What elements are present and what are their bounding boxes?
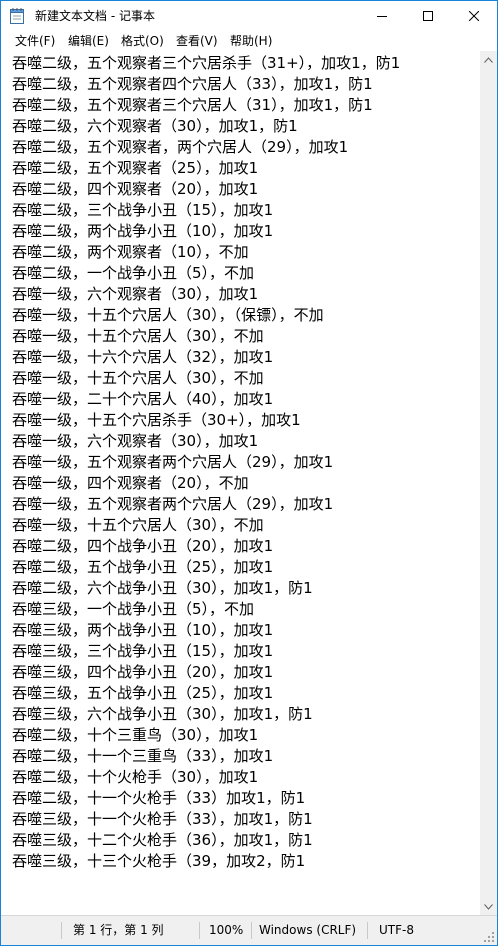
- text-line: 吞噬三级，三个战争小丑（15），加攻1: [12, 642, 274, 660]
- menu-help[interactable]: 帮助(H): [230, 31, 272, 51]
- text-line: 吞噬一级，十五个穴居人（30），（保镖），不加: [12, 306, 324, 324]
- resize-grip-icon[interactable]: [483, 931, 495, 943]
- text-line: 吞噬二级，五个观察者，两个穴居人（29），加攻1: [12, 138, 349, 156]
- chevron-down-icon: [484, 903, 493, 910]
- text-line: 吞噬三级，四个战争小丑（20），加攻1: [12, 663, 274, 681]
- text-line: 吞噬二级，十个三重鸟（30），加攻1: [12, 726, 259, 744]
- line-ending: Windows (CRLF): [259, 923, 357, 937]
- text-line: 吞噬二级，六个战争小丑（30），加攻1，防1: [12, 579, 313, 597]
- text-line: 吞噬三级，十一个火枪手（33），加攻1，防1: [12, 810, 313, 828]
- chevron-up-icon: [484, 56, 493, 63]
- notepad-icon: [10, 8, 24, 24]
- text-line: 吞噬二级，五个观察者四个穴居人（33），加攻1，防1: [12, 75, 373, 93]
- text-line: 吞噬一级，十五个穴居人（30），不加: [12, 327, 264, 345]
- status-divider: [251, 922, 252, 939]
- vertical-scrollbar[interactable]: [480, 51, 497, 915]
- text-line: 吞噬一级，五个观察者两个穴居人（29），加攻1: [12, 495, 334, 513]
- text-line: 吞噬一级，十六个穴居人（32），加攻1: [12, 348, 274, 366]
- text-line: 吞噬一级，六个观察者（30），加攻1: [12, 285, 259, 303]
- status-bar: 第 1 行，第 1 列 100% Windows (CRLF) UTF-8: [1, 915, 497, 945]
- minimize-icon: [377, 16, 387, 17]
- close-button[interactable]: [451, 1, 497, 31]
- text-line: 吞噬二级，十一个火枪手（33）加攻1，防1: [12, 789, 306, 807]
- text-line: 吞噬二级，一个战争小丑（5），不加: [12, 264, 255, 282]
- text-line: 吞噬二级，四个观察者（20），加攻1: [12, 180, 259, 198]
- text-line: 吞噬一级，十五个穴居人（30），不加: [12, 516, 264, 534]
- window-title: 新建文本文档 - 记事本: [35, 9, 155, 23]
- text-line: 吞噬二级，两个观察者（10），不加: [12, 243, 249, 261]
- text-editor[interactable]: 吞噬二级，五个观察者三个穴居杀手（31+），加攻1，防1 吞噬二级，五个观察者四…: [1, 51, 480, 915]
- maximize-icon: [423, 11, 433, 21]
- text-line: 吞噬二级，六个观察者（30），加攻1，防1: [12, 117, 298, 135]
- menu-file[interactable]: 文件(F): [15, 31, 55, 51]
- close-icon: [469, 11, 479, 21]
- encoding: UTF-8: [379, 923, 414, 937]
- cursor-position: 第 1 行，第 1 列: [73, 923, 164, 937]
- text-line: 吞噬一级，十五个穴居人（30），不加: [12, 369, 264, 387]
- menu-bar: 文件(F) 编辑(E) 格式(O) 查看(V) 帮助(H): [1, 31, 497, 51]
- text-line: 吞噬二级，五个观察者三个穴居人（31），加攻1，防1: [12, 96, 373, 114]
- text-line: 吞噬三级，一个战争小丑（5），不加: [12, 600, 255, 618]
- text-line: 吞噬二级，五个观察者三个穴居杀手（31+），加攻1，防1: [12, 54, 401, 72]
- status-divider: [367, 922, 368, 939]
- maximize-button[interactable]: [405, 1, 451, 31]
- scroll-down-button[interactable]: [480, 898, 497, 915]
- minimize-button[interactable]: [359, 1, 405, 31]
- notepad-window: 新建文本文档 - 记事本 文件(F) 编辑(E) 格式(O) 查看(V) 帮助(…: [0, 0, 498, 946]
- menu-format[interactable]: 格式(O): [121, 31, 164, 51]
- text-line: 吞噬二级，两个战争小丑（10），加攻1: [12, 222, 274, 240]
- title-bar[interactable]: 新建文本文档 - 记事本: [1, 1, 497, 31]
- text-line: 吞噬二级，十个火枪手（30），加攻1: [12, 768, 259, 786]
- zoom-level: 100%: [209, 923, 244, 937]
- text-line: 吞噬三级，十三个火枪手（39，加攻2，防1: [12, 852, 306, 870]
- text-line: 吞噬三级，六个战争小丑（30），加攻1，防1: [12, 705, 313, 723]
- text-line: 吞噬三级，十二个火枪手（36），加攻1，防1: [12, 831, 313, 849]
- text-line: 吞噬三级，五个战争小丑（25），加攻1: [12, 684, 274, 702]
- text-line: 吞噬一级，二十个穴居人（40），加攻1: [12, 390, 274, 408]
- scroll-up-button[interactable]: [480, 51, 497, 68]
- text-line: 吞噬二级，五个观察者（25），加攻1: [12, 159, 259, 177]
- text-line: 吞噬二级，四个战争小丑（20），加攻1: [12, 537, 274, 555]
- menu-edit[interactable]: 编辑(E): [68, 31, 109, 51]
- text-line: 吞噬一级，四个观察者（20），不加: [12, 474, 249, 492]
- text-line: 吞噬一级，六个观察者（30），加攻1: [12, 432, 259, 450]
- text-line: 吞噬二级，五个战争小丑（25），加攻1: [12, 558, 274, 576]
- text-line: 吞噬三级，两个战争小丑（10），加攻1: [12, 621, 274, 639]
- status-divider: [199, 922, 200, 939]
- text-line: 吞噬一级，五个观察者两个穴居人（29），加攻1: [12, 453, 334, 471]
- text-line: 吞噬二级，三个战争小丑（15），加攻1: [12, 201, 274, 219]
- text-line: 吞噬一级，十五个穴居杀手（30+），加攻1: [12, 411, 301, 429]
- status-divider: [61, 922, 62, 939]
- menu-view[interactable]: 查看(V): [176, 31, 218, 51]
- text-line: 吞噬二级，十一个三重鸟（33），加攻1: [12, 747, 274, 765]
